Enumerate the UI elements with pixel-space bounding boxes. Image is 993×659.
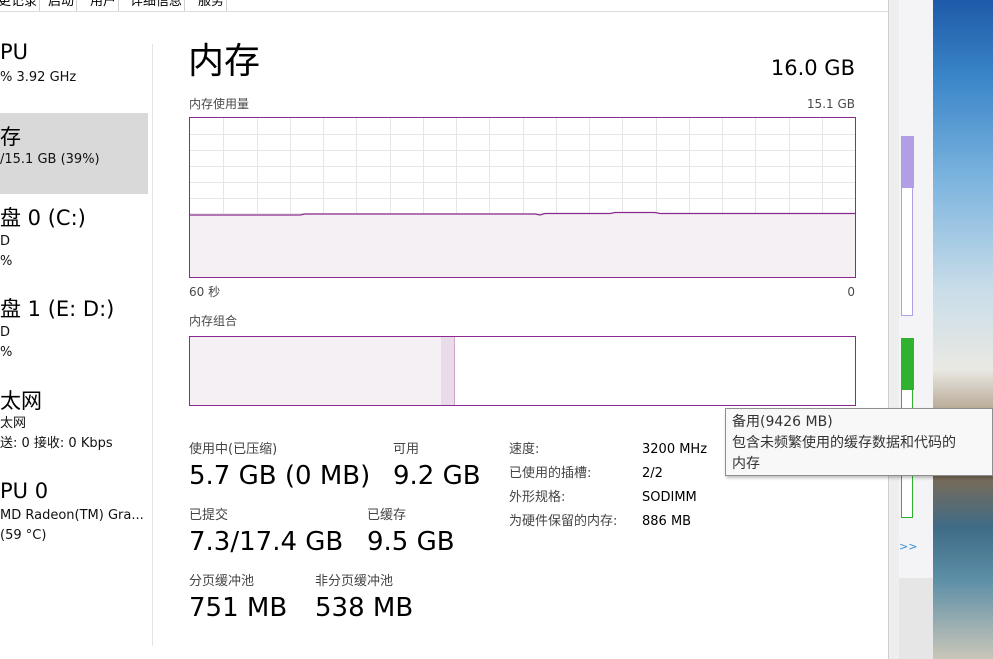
desktop-wallpaper xyxy=(933,0,993,659)
cached-value: 9.5 GB xyxy=(367,527,455,557)
sidebar-item-detail: (59 °C) xyxy=(0,528,47,543)
sidebar-item-detail: D xyxy=(0,325,11,340)
sidebar-item-detail: MD Radeon(TM) Gra... xyxy=(0,508,144,523)
tab-services[interactable]: 服务 xyxy=(196,0,228,11)
sidebar-item-title: PU 0 xyxy=(0,479,49,503)
composition-standby[interactable] xyxy=(455,337,855,405)
memory-usage-graph xyxy=(189,117,856,278)
committed-value: 7.3/17.4 GB xyxy=(189,527,344,557)
cached-label: 已缓存 xyxy=(367,508,407,523)
spec-slots-label: 已使用的插槽: xyxy=(509,466,592,481)
in-use-label: 使用中(已压缩) xyxy=(189,442,278,457)
sidebar-item-memory[interactable]: 存 /15.1 GB (39%) xyxy=(0,113,148,194)
tab-details[interactable]: 详细信息 xyxy=(128,0,186,11)
paged-pool-label: 分页缓冲池 xyxy=(189,574,255,589)
paged-pool-value: 751 MB xyxy=(189,593,288,623)
sidebar-item-detail: /15.1 GB (39%) xyxy=(0,152,100,167)
sidebar-item-detail: % 3.92 GHz xyxy=(0,70,77,85)
spec-form-factor-value: SODIMM xyxy=(642,490,697,505)
nonpaged-pool-label: 非分页缓冲池 xyxy=(315,574,394,589)
graph-time-left: 60 秒 xyxy=(189,285,221,299)
tooltip-body-line-1: 包含未频繁使用的缓存数据和代码的 xyxy=(732,435,956,451)
tab-users[interactable]: 用户 xyxy=(88,0,120,11)
background-accent-block xyxy=(901,338,914,390)
page-title: 内存 xyxy=(188,41,261,82)
composition-in-use[interactable] xyxy=(190,337,442,405)
sidebar-item-detail: 送: 0 接收: 0 Kbps xyxy=(0,436,113,451)
composition-label: 内存组合 xyxy=(189,314,238,328)
available-value: 9.2 GB xyxy=(393,461,481,491)
background-panel xyxy=(901,188,913,316)
spec-form-factor-label: 外形规格: xyxy=(509,490,566,505)
sidebar-divider xyxy=(152,44,153,646)
spec-speed-label: 速度: xyxy=(509,442,540,457)
sidebar-item-title: PU xyxy=(0,40,29,64)
memory-composition-bar[interactable] xyxy=(189,336,856,406)
sidebar-item-detail: % xyxy=(0,254,13,269)
available-label: 可用 xyxy=(393,442,420,457)
spec-speed-value: 3200 MHz xyxy=(642,442,708,457)
sidebar-item-title: 盘 1 (E: D:) xyxy=(0,297,115,321)
composition-modified[interactable] xyxy=(441,337,455,405)
sidebar-item-detail: 太网 xyxy=(0,416,27,431)
in-use-value: 5.7 GB (0 MB) xyxy=(189,461,371,491)
usage-graph-label: 内存使用量 xyxy=(189,97,250,111)
background-chevrons: >> xyxy=(899,540,918,553)
spec-slots-value: 2/2 xyxy=(642,466,663,481)
usage-graph-max: 15.1 GB xyxy=(806,97,855,111)
standby-tooltip: 备用(9426 MB) 包含未频繁使用的缓存数据和代码的 内存 xyxy=(725,408,993,476)
tooltip-body-line-2: 内存 xyxy=(732,456,760,472)
tooltip-title: 备用(9426 MB) xyxy=(732,414,833,430)
spec-reserved-label: 为硬件保留的内存: xyxy=(509,514,618,529)
graph-time-right: 0 xyxy=(847,285,855,299)
tab-app-history[interactable]: 更记录 xyxy=(0,0,41,11)
sidebar-item-title: 盘 0 (C:) xyxy=(0,206,86,230)
background-footer xyxy=(899,578,933,659)
spec-reserved-value: 886 MB xyxy=(642,514,692,529)
sidebar-item-cpu[interactable]: PU % 3.92 GHz xyxy=(0,36,148,94)
sidebar-item-gpu[interactable]: PU 0 MD Radeon(TM) Gra... (59 °C) xyxy=(0,475,148,547)
sidebar-item-title: 太网 xyxy=(0,389,42,413)
total-memory: 16.0 GB xyxy=(770,56,855,80)
memory-usage-chart xyxy=(190,118,855,277)
tab-strip: 更记录 启动 用户 详细信息 服务 xyxy=(0,0,890,12)
sidebar-item-ethernet[interactable]: 太网 太网 送: 0 接收: 0 Kbps xyxy=(0,385,148,457)
sidebar-item-detail: D xyxy=(0,234,11,249)
tab-startup[interactable]: 启动 xyxy=(46,0,78,11)
sidebar-item-disk-0[interactable]: 盘 0 (C:) D % xyxy=(0,202,148,272)
sidebar-item-detail: % xyxy=(0,345,13,360)
nonpaged-pool-value: 538 MB xyxy=(315,593,414,623)
committed-label: 已提交 xyxy=(189,508,229,523)
sidebar-item-disk-1[interactable]: 盘 1 (E: D:) D % xyxy=(0,293,148,363)
background-window: >> xyxy=(899,0,933,659)
sidebar-item-title: 存 xyxy=(0,125,21,149)
background-accent-block xyxy=(901,136,914,188)
